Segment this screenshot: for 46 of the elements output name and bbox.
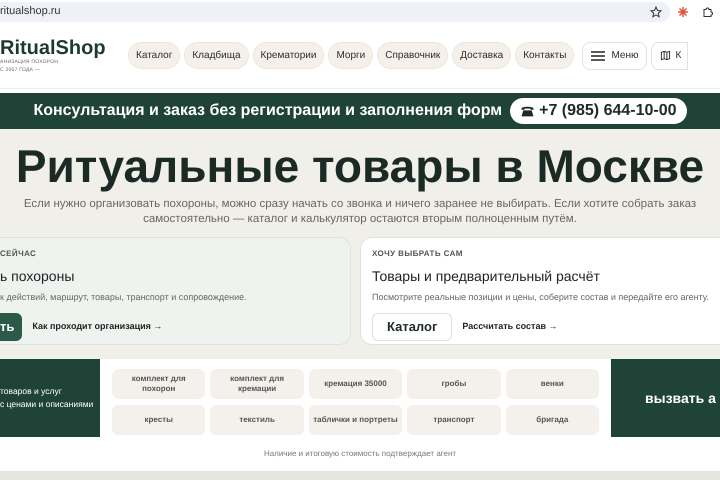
category-chip[interactable]: бригада bbox=[506, 405, 599, 435]
puzzle-icon[interactable] bbox=[702, 6, 714, 18]
call-agent-button[interactable]: вызвать а bbox=[611, 359, 720, 437]
category-chip[interactable]: комплект для похорон bbox=[112, 369, 206, 399]
category-chip[interactable]: кремация 35000 bbox=[308, 369, 402, 399]
card-text: Посмотрите реальные позиции и цены, соберите состав и передайте его агенту. bbox=[372, 291, 710, 304]
card-eyebrow: ХОЧУ ВЫБРАТЬ САМ bbox=[372, 248, 464, 260]
map-icon bbox=[660, 50, 672, 61]
menu-icon bbox=[591, 50, 606, 60]
banner-text: Консультация и заказ без регистрации и заполнения форм bbox=[33, 101, 502, 121]
hero-title: Ритуальные товары в Москве bbox=[16, 139, 704, 193]
intro-text: товаров и услуг bbox=[0, 385, 63, 398]
category-chip[interactable]: текстиль bbox=[210, 405, 304, 435]
nav-link[interactable]: Справочник bbox=[377, 42, 448, 69]
map-button[interactable]: К bbox=[651, 42, 688, 70]
card-link[interactable]: Как проходит организация → bbox=[32, 320, 162, 334]
category-chip[interactable]: гробы bbox=[407, 369, 501, 399]
category-chip[interactable]: венки bbox=[506, 369, 599, 399]
card-title: ь похороны bbox=[0, 267, 76, 286]
menu-button[interactable]: Меню bbox=[582, 42, 648, 70]
nav-link[interactable]: Доставка bbox=[452, 42, 512, 69]
card-text: к действий, маршрут, товары, транспорт и сопровождение. bbox=[0, 291, 248, 304]
star-icon[interactable] bbox=[650, 6, 662, 18]
category-chip[interactable]: комплект для кремации bbox=[210, 369, 304, 399]
category-chip[interactable]: транспорт bbox=[407, 405, 501, 435]
extension-icon[interactable] bbox=[676, 6, 688, 18]
card-link[interactable]: Рассчитать состав → bbox=[462, 320, 558, 334]
logo-text[interactable]: RitualShop bbox=[0, 37, 122, 59]
card-button[interactable]: ть bbox=[0, 312, 22, 340]
nav-link[interactable]: Контакты bbox=[515, 42, 574, 69]
address-bar[interactable]: ritualshop.ru bbox=[0, 2, 670, 22]
url-text: ritualshop.ru bbox=[0, 4, 61, 20]
phone-icon bbox=[520, 105, 536, 117]
phone-link[interactable]: +7 (985) 644-10-00 bbox=[510, 98, 687, 124]
category-chip[interactable]: таблички и портреты bbox=[308, 405, 402, 435]
nav-link[interactable]: Каталог bbox=[128, 42, 180, 69]
nav-link[interactable]: Морги bbox=[328, 42, 374, 69]
nav-link[interactable]: Кладбища bbox=[184, 42, 249, 69]
category-chip[interactable]: кресты bbox=[112, 405, 206, 435]
nav-link[interactable]: Крематории bbox=[252, 42, 324, 69]
intro-text: с ценами и описаниями bbox=[0, 398, 94, 411]
card-eyebrow: СЕЙЧАС bbox=[0, 248, 38, 260]
hero-subtitle: Если нужно организовать похороны, можно сразу начать со звонка и ничего заранее не выбирать. Если хотите собрать заказ самостоятельно — каталог и калькулятор остаются вторым полноценным путём. bbox=[22, 197, 698, 227]
card-button[interactable]: Каталог bbox=[372, 312, 452, 340]
card-title: Товары и предварительный расчёт bbox=[372, 267, 601, 286]
availability-note: Наличие и итоговую стоимость подтверждает агент bbox=[264, 448, 456, 460]
